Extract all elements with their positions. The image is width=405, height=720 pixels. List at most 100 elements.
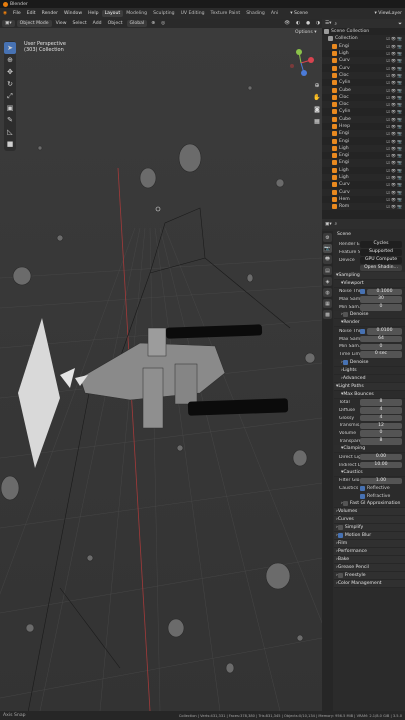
menu-render[interactable]: Render	[39, 11, 61, 16]
outliner-filter-icon[interactable]: ⌕	[334, 21, 337, 27]
pan-hand-icon[interactable]: ✋	[312, 92, 322, 102]
outliner-item[interactable]: Curv ☑👁📷	[322, 181, 405, 188]
render-min-samples-field[interactable]: 0	[360, 343, 402, 351]
render-engine-dropdown[interactable]: Cycles	[360, 241, 402, 248]
bounces-glossy-field[interactable]: 4	[360, 414, 402, 422]
shading-solid-icon[interactable]: ●	[304, 21, 312, 26]
outliner-item[interactable]: Cloc ☑👁📷	[322, 94, 405, 101]
section-render-denoise[interactable]: › Denoise	[334, 358, 405, 367]
menu-select[interactable]: Select	[71, 21, 89, 26]
3d-viewport[interactable]	[0, 28, 322, 711]
visibility-toggles-icon[interactable]: ☑👁📷	[386, 190, 405, 195]
outliner-item[interactable]: Cloc ☑👁📷	[322, 100, 405, 109]
visibility-toggles-icon[interactable]: ☑👁📷	[386, 182, 405, 187]
outliner-collection[interactable]: Collection ☑👁📷	[322, 35, 405, 43]
visibility-toggles-icon[interactable]: ☑👁📷	[386, 58, 405, 63]
section-freestyle[interactable]: › Freestyle	[334, 572, 405, 581]
proportional-icon[interactable]: ◎	[159, 21, 167, 26]
properties-editor-icon[interactable]: ▣▾	[325, 222, 332, 227]
editor-type-button[interactable]: ▣▾	[2, 20, 15, 27]
bounces-transmission-field[interactable]: 12	[360, 422, 402, 430]
visibility-toggles-icon[interactable]: ☑👁📷	[386, 66, 405, 71]
section-render[interactable]: ▾ Render	[334, 319, 405, 328]
visibility-toggles-icon[interactable]: ☑👁📷	[386, 117, 405, 122]
outliner-item[interactable]: Cylin ☑👁📷	[322, 79, 405, 86]
add-cube-tool-icon[interactable]: ■	[4, 138, 16, 150]
shading-material-icon[interactable]: ◑	[314, 21, 322, 26]
snap-icon[interactable]: ⊕	[149, 21, 157, 26]
grid-view-icon[interactable]: ▦	[312, 116, 322, 126]
tab-uv-editing[interactable]: UV Editing	[178, 10, 208, 17]
visibility-toggles-icon[interactable]: ☑👁📷	[386, 51, 405, 56]
section-film[interactable]: › Film	[334, 540, 405, 549]
menu-view[interactable]: View	[54, 21, 69, 26]
outliner-item[interactable]: Curv ☑👁📷	[322, 188, 405, 196]
transform-orientation-dropdown[interactable]: Global	[126, 20, 148, 27]
section-color-management[interactable]: › Color Management	[334, 580, 405, 589]
visibility-toggles-icon[interactable]: ☑👁📷	[386, 153, 405, 158]
bounces-transparent-field[interactable]: 8	[360, 438, 402, 445]
visibility-toggles-icon[interactable]: ☑👁📷	[386, 175, 405, 180]
render-tab-icon[interactable]: 📷	[323, 244, 332, 253]
visibility-toggles-icon[interactable]: ☑👁📷	[386, 95, 405, 100]
fast-gi-checkbox[interactable]	[342, 501, 348, 507]
visibility-toggles-icon[interactable]: ☑👁📷	[386, 168, 405, 173]
axis-gizmo-icon[interactable]	[286, 48, 316, 78]
tab-sculpting[interactable]: Sculpting	[150, 10, 177, 17]
outliner-item[interactable]: Curv ☑👁📷	[322, 57, 405, 65]
visibility-toggles-icon[interactable]: ☑👁📷	[386, 36, 405, 41]
select-tool-icon[interactable]: ➤	[4, 42, 16, 54]
visibility-toggles-icon[interactable]: ☑👁📷	[386, 124, 405, 129]
outliner-item[interactable]: Cube ☑👁📷	[322, 86, 405, 94]
annotate-tool-icon[interactable]: ✎	[4, 114, 16, 126]
viewport-max-samples-field[interactable]: 30	[360, 296, 402, 303]
viewport-min-samples-field[interactable]: 0	[360, 304, 402, 311]
menu-help[interactable]: Help	[85, 11, 101, 16]
visibility-toggles-icon[interactable]: ☑👁📷	[386, 44, 405, 49]
visibility-toggles-icon[interactable]: ☑👁📷	[386, 160, 405, 165]
section-clamping[interactable]: ▾ Clamping	[334, 445, 405, 454]
outliner-scene-collection[interactable]: Scene Collection	[322, 28, 405, 35]
section-viewport-denoise[interactable]: › Denoise	[334, 311, 405, 320]
outliner-item[interactable]: Cylin ☑👁📷	[322, 108, 405, 115]
filter-glossy-field[interactable]: 1.00	[360, 477, 402, 485]
menu-edit[interactable]: Edit	[24, 11, 39, 16]
outliner-item[interactable]: Rom ☑👁📷	[322, 203, 405, 211]
tab-shading[interactable]: Shading	[243, 10, 268, 17]
visibility-toggles-icon[interactable]: ☑👁📷	[386, 139, 405, 144]
scene-selector[interactable]: ▾ Scene	[287, 11, 311, 16]
reflective-checkbox[interactable]	[360, 486, 365, 492]
outliner-item[interactable]: Engi ☑👁📷	[322, 137, 405, 144]
render-max-samples-field[interactable]: 64	[360, 335, 402, 343]
outliner-item[interactable]: Cloc ☑👁📷	[322, 71, 405, 80]
section-performance[interactable]: › Performance	[334, 548, 405, 557]
outliner-item[interactable]: Ligh ☑👁📷	[322, 173, 405, 182]
visibility-toggles-icon[interactable]: ☑👁📷	[386, 109, 405, 114]
open-shading-button[interactable]: Open Shadin...	[360, 264, 402, 272]
feature-set-dropdown[interactable]: Supported	[360, 249, 402, 256]
tab-animation[interactable]: Ani	[268, 10, 281, 17]
visibility-icon[interactable]: 👁	[282, 21, 292, 26]
transform-tool-icon[interactable]: ▣	[4, 102, 16, 114]
device-dropdown[interactable]: GPU Compute	[360, 257, 402, 264]
overlay-icon[interactable]: ◐	[294, 21, 302, 26]
visibility-toggles-icon[interactable]: ☑👁📷	[386, 197, 405, 202]
clamp-indirect-field[interactable]: 10.00	[360, 461, 402, 469]
outliner-item[interactable]: Hem ☑👁📷	[322, 196, 405, 203]
outliner-item[interactable]: Engi ☑👁📷	[322, 159, 405, 167]
viewlayer-selector[interactable]: ▾ ViewLayer	[372, 11, 405, 16]
cursor-tool-icon[interactable]: ⊕	[4, 54, 16, 66]
render-noise-checkbox[interactable]	[360, 328, 365, 334]
visibility-toggles-icon[interactable]: ☑👁📷	[386, 73, 405, 78]
section-advanced[interactable]: › Advanced	[334, 374, 405, 383]
visibility-toggles-icon[interactable]: ☑👁📷	[386, 88, 405, 93]
rotate-tool-icon[interactable]: ↻	[4, 78, 16, 90]
motion-blur-checkbox[interactable]	[337, 533, 343, 539]
simplify-checkbox[interactable]	[337, 525, 343, 531]
mode-dropdown[interactable]: Object Mode	[16, 20, 52, 27]
freestyle-checkbox[interactable]	[337, 573, 343, 579]
menu-add[interactable]: Add	[91, 21, 104, 26]
texture-tab-icon[interactable]: ▩	[323, 310, 332, 319]
camera-view-icon[interactable]: ◙	[312, 104, 322, 114]
visibility-toggles-icon[interactable]: ☑👁📷	[386, 102, 405, 107]
